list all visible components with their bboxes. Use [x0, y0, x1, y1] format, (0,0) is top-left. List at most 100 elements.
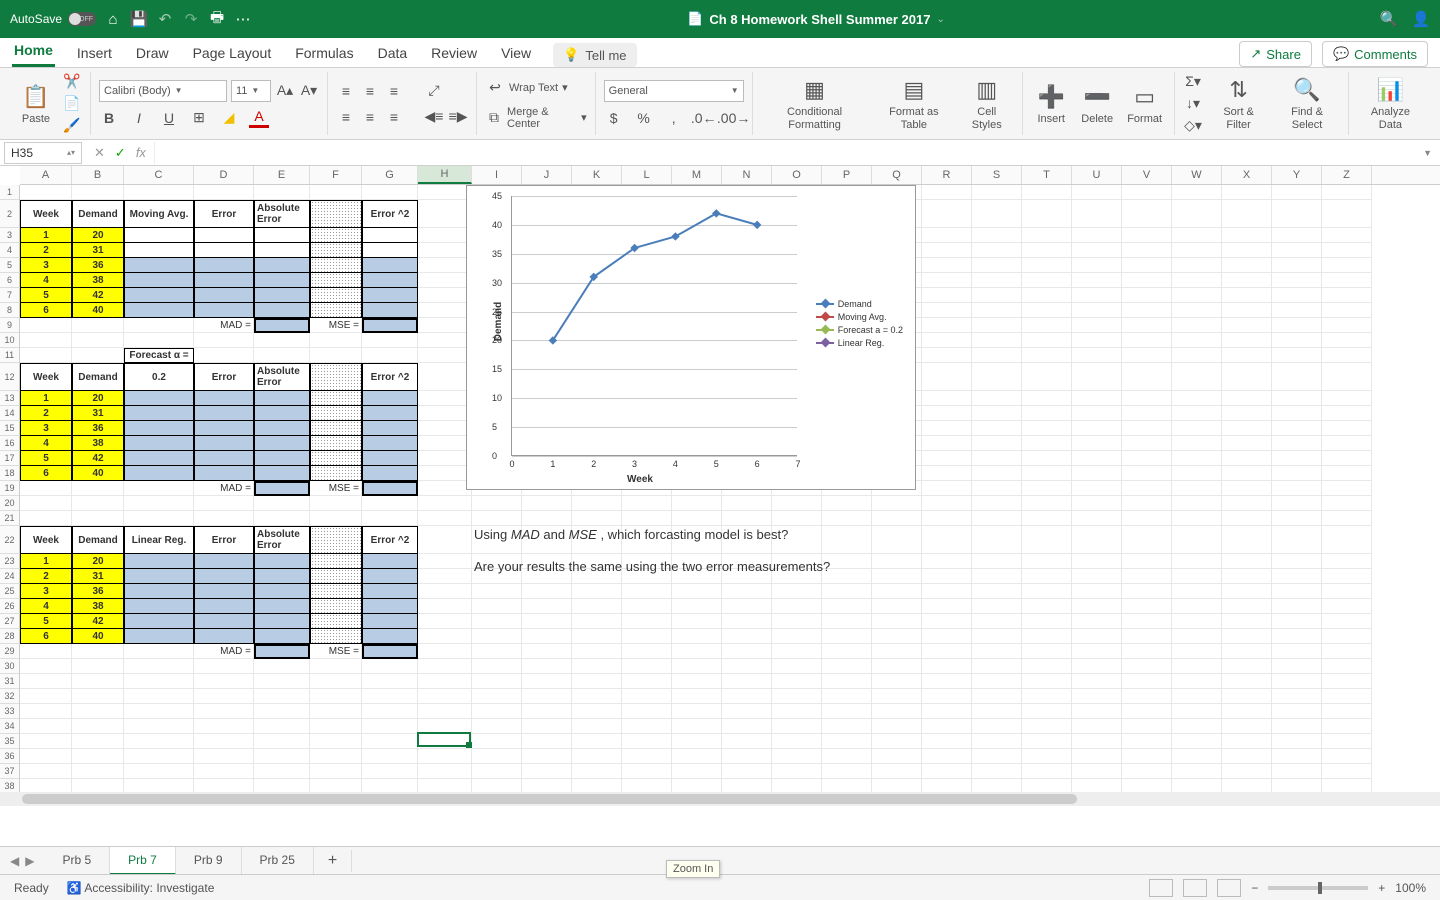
cell[interactable] [1122, 704, 1172, 719]
cell[interactable] [1122, 644, 1172, 659]
cell[interactable] [522, 659, 572, 674]
cell[interactable]: 5 [20, 614, 72, 629]
cell[interactable] [194, 466, 254, 481]
cell[interactable] [124, 659, 194, 674]
cell[interactable] [1272, 451, 1322, 466]
cell[interactable] [472, 584, 522, 599]
cell[interactable] [1322, 496, 1372, 511]
cell[interactable] [1072, 466, 1122, 481]
cell[interactable] [1122, 554, 1172, 569]
cell[interactable] [1272, 689, 1322, 704]
cell[interactable] [772, 719, 822, 734]
print-icon[interactable]: 🖶 [208, 10, 226, 28]
cell[interactable] [1322, 273, 1372, 288]
paste-button[interactable]: 📋Paste [16, 81, 56, 127]
cell[interactable]: 2 [20, 406, 72, 421]
cell[interactable] [922, 363, 972, 391]
pagelayout-view-icon[interactable] [1183, 879, 1207, 897]
cell[interactable] [1072, 481, 1122, 496]
cell[interactable]: 0.2 [124, 363, 194, 391]
cell[interactable] [418, 406, 472, 421]
cell[interactable]: Moving Avg. [124, 200, 194, 228]
row-header[interactable]: 23 [0, 554, 20, 569]
cell[interactable] [922, 569, 972, 584]
cell[interactable]: 1 [20, 391, 72, 406]
tab-home[interactable]: Home [12, 36, 55, 67]
cell[interactable] [310, 466, 362, 481]
cell[interactable] [418, 749, 472, 764]
cell[interactable] [362, 734, 418, 749]
col-header-Y[interactable]: Y [1272, 166, 1322, 184]
row-header[interactable]: 21 [0, 511, 20, 526]
add-sheet-button[interactable]: + [314, 850, 352, 872]
cell[interactable] [872, 526, 922, 554]
row-header[interactable]: 18 [0, 466, 20, 481]
cell[interactable] [124, 466, 194, 481]
cell[interactable] [310, 421, 362, 436]
cell[interactable] [418, 228, 472, 243]
col-header-U[interactable]: U [1072, 166, 1122, 184]
cell[interactable] [1172, 391, 1222, 406]
cell[interactable] [418, 421, 472, 436]
cell[interactable] [1172, 554, 1222, 569]
cell[interactable] [1222, 734, 1272, 749]
name-box[interactable]: H35 ▴▾ [4, 142, 82, 164]
cell[interactable] [922, 185, 972, 200]
cell[interactable] [20, 333, 72, 348]
zoom-out-button[interactable]: − [1251, 881, 1258, 895]
cell[interactable] [972, 273, 1022, 288]
cell[interactable] [522, 674, 572, 689]
chart[interactable]: 05101520253035404501234567 Demand Week D… [466, 185, 916, 490]
cell[interactable] [1072, 496, 1122, 511]
cell[interactable] [1072, 526, 1122, 554]
cell[interactable] [1022, 243, 1072, 258]
cell[interactable] [672, 511, 722, 526]
decrease-decimal-icon[interactable]: .0← [694, 108, 714, 128]
cell[interactable] [722, 689, 772, 704]
cell[interactable] [194, 391, 254, 406]
cell[interactable] [254, 674, 310, 689]
more-icon[interactable]: ⋯ [234, 10, 252, 28]
cell[interactable] [1022, 466, 1072, 481]
row-header[interactable]: 34 [0, 719, 20, 734]
cell[interactable] [72, 185, 124, 200]
cell[interactable] [1322, 629, 1372, 644]
comments-button[interactable]: 💬Comments [1322, 41, 1428, 67]
cell[interactable]: Absolute Error [254, 200, 310, 228]
cell[interactable] [1222, 749, 1272, 764]
cell[interactable] [1172, 734, 1222, 749]
cell[interactable] [1022, 629, 1072, 644]
cell[interactable] [124, 288, 194, 303]
cell[interactable] [822, 719, 872, 734]
increase-decimal-icon[interactable]: .00→ [724, 108, 744, 128]
analyze-data-button[interactable]: 📊Analyze Data [1357, 74, 1424, 132]
namebox-stepper-icon[interactable]: ▴▾ [67, 148, 75, 157]
cell[interactable] [472, 749, 522, 764]
cell[interactable] [1022, 569, 1072, 584]
cell[interactable] [522, 496, 572, 511]
cell[interactable] [124, 511, 194, 526]
cell[interactable] [1172, 749, 1222, 764]
cell[interactable] [1272, 569, 1322, 584]
cell[interactable] [1222, 363, 1272, 391]
cell[interactable] [20, 318, 72, 333]
sheet-prev-icon[interactable]: ◀ [10, 854, 19, 868]
cell[interactable] [972, 185, 1022, 200]
cell[interactable] [1172, 451, 1222, 466]
cell[interactable] [1172, 526, 1222, 554]
row-header[interactable]: 3 [0, 228, 20, 243]
cell[interactable] [922, 749, 972, 764]
cell[interactable] [472, 599, 522, 614]
cell[interactable] [1172, 496, 1222, 511]
cell[interactable] [1122, 481, 1172, 496]
cell[interactable] [1222, 526, 1272, 554]
cell[interactable] [872, 659, 922, 674]
cell[interactable] [922, 511, 972, 526]
cell[interactable] [472, 674, 522, 689]
cell[interactable] [254, 185, 310, 200]
cell[interactable] [254, 719, 310, 734]
cell[interactable] [922, 258, 972, 273]
cell[interactable] [254, 288, 310, 303]
pagebreak-view-icon[interactable] [1217, 879, 1241, 897]
cell[interactable] [922, 554, 972, 569]
